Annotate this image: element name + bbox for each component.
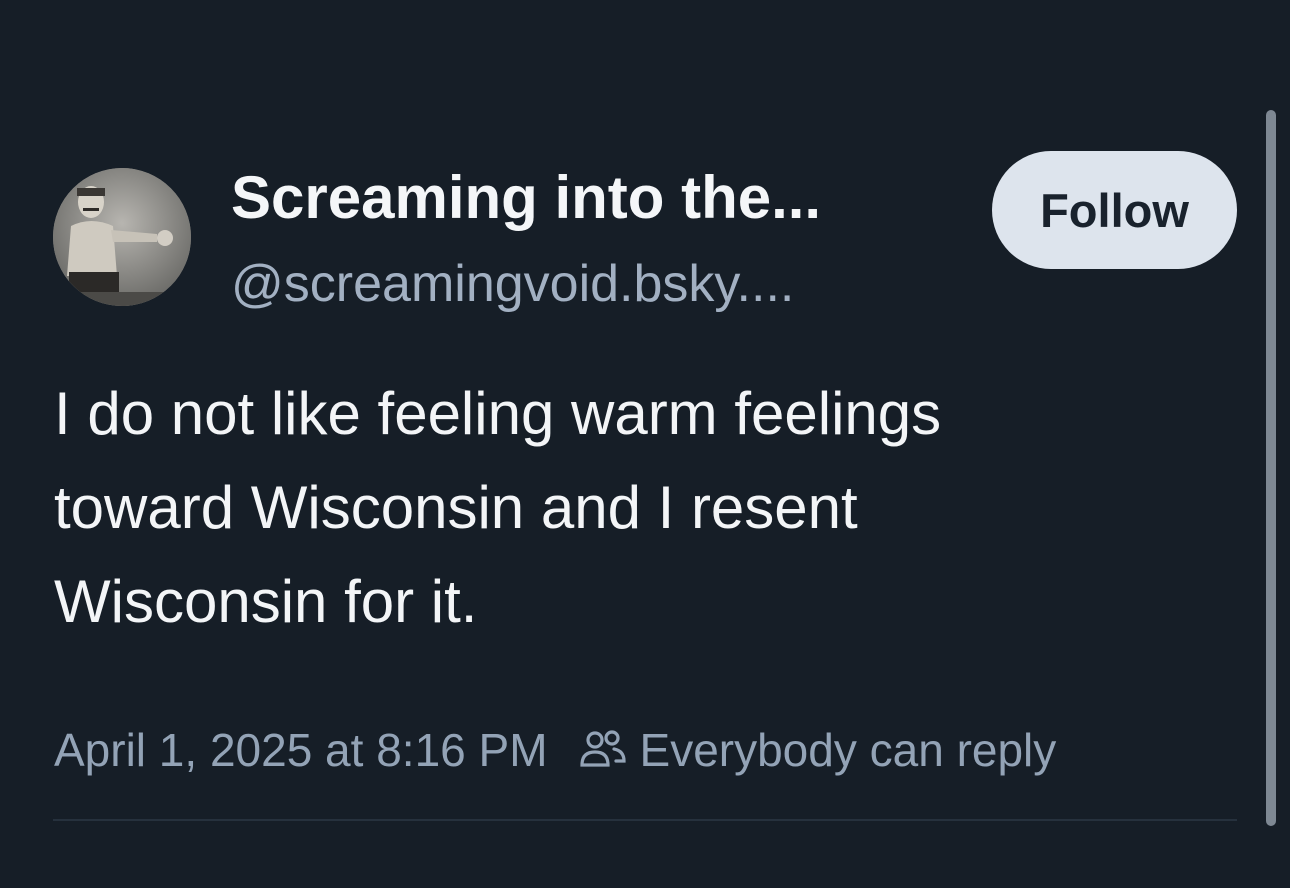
post-timestamp[interactable]: April 1, 2025 at 8:16 PM (54, 723, 548, 777)
post-text: I do not like feeling warm feelings towa… (54, 367, 1234, 649)
author-handle[interactable]: @screamingvoid.bsky.... (231, 251, 794, 317)
post-meta: April 1, 2025 at 8:16 PM Everybody can r… (54, 718, 1056, 782)
post-view: Screaming into the... @screamingvoid.bsk… (0, 0, 1290, 888)
post-text-line: toward Wisconsin and I resent (54, 474, 858, 541)
scrollbar[interactable] (1266, 110, 1276, 826)
follow-button[interactable]: Follow (992, 151, 1237, 269)
divider (53, 819, 1237, 821)
post-text-line: I do not like feeling warm feelings (54, 380, 942, 447)
author-display-name[interactable]: Screaming into the... (231, 160, 821, 236)
people-icon (579, 730, 626, 767)
post-text-line: Wisconsin for it. (54, 568, 478, 635)
reply-setting-label[interactable]: Everybody can reply (640, 723, 1057, 777)
avatar[interactable] (53, 168, 191, 306)
avatar-image (53, 168, 191, 306)
